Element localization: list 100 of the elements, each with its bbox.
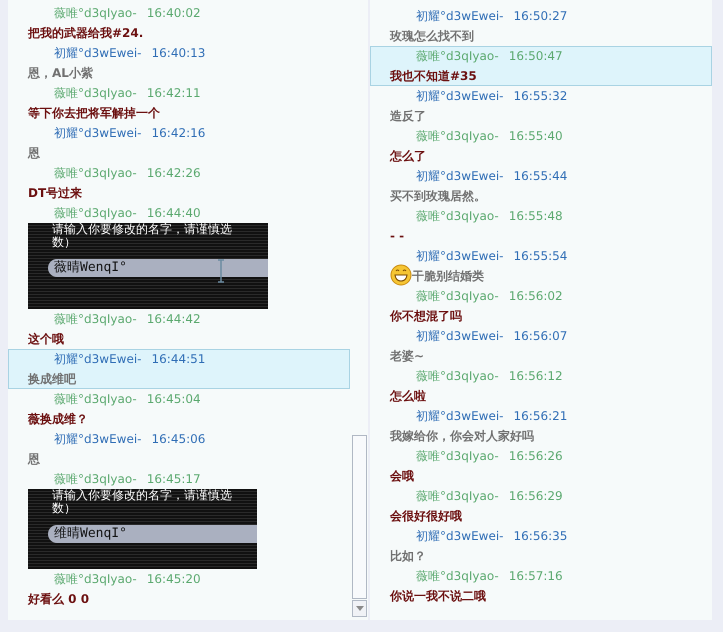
selected-message[interactable]: 初耀°d3wEwei- 16:44:51 换成维吧 <box>8 349 350 389</box>
sender-name: 初耀°d3wEwei- <box>416 248 504 265</box>
chat-message[interactable]: 薇唯°d3qIyao- 16:40:02 把我的武器给我#24. <box>8 3 350 43</box>
sender-name: 薇唯°d3qIyao- <box>54 471 137 488</box>
chat-message[interactable]: 薇唯°d3qIyao- 16:45:20 好看么 0 0 <box>8 569 350 609</box>
message-text: 等下你去把将军解掉一个 <box>28 105 160 122</box>
sender-name: 初耀°d3wEwei- <box>54 431 142 448</box>
sender-name: 初耀°d3wEwei- <box>54 351 142 368</box>
message-time: 16:42:16 <box>152 125 206 142</box>
message-text: DT号过来 <box>28 185 82 202</box>
message-text: 我嫁给你，你会对人家好吗 <box>390 428 534 445</box>
sender-name: 薇唯°d3qIyao- <box>416 128 499 145</box>
chat-message[interactable]: 薇唯°d3qIyao- 16:56:26 会哦 <box>370 446 712 486</box>
sender-name: 初耀°d3wEwei- <box>416 408 504 425</box>
prompt-text: 请输入你要修改的名字，请谨慎选 <box>52 489 233 502</box>
chat-message[interactable]: 初耀°d3wEwei- 16:42:16 恩 <box>8 123 350 163</box>
message-time: 16:57:16 <box>508 568 563 585</box>
message-text: - - <box>390 228 404 245</box>
chat-message[interactable]: 薇唯°d3qIyao- 16:44:40 请输入你要修改的名字，请谨慎选 数） 薇晴WenqI° <box>8 203 350 309</box>
message-text: 这个哦 <box>28 331 64 348</box>
message-text: 干脆别结婚类 <box>412 268 484 285</box>
chat-message[interactable]: 初耀°d3wEwei- 16:55:32 造反了 <box>370 86 712 126</box>
message-time: 16:42:26 <box>146 165 201 182</box>
message-text: 你说一我不说二哦 <box>390 588 486 605</box>
sender-name: 薇唯°d3qIyao- <box>416 448 499 465</box>
sender-name: 初耀°d3wEwei- <box>54 125 142 142</box>
chat-message[interactable]: 初耀°d3wEwei- 16:45:06 恩 <box>8 429 350 469</box>
sender-name: 薇唯°d3qIyao- <box>416 48 499 65</box>
message-text: 把我的武器给我#24. <box>28 25 144 42</box>
message-time: 16:56:02 <box>508 288 563 305</box>
chat-message[interactable]: 薇唯°d3qIyao- 16:55:48 - - <box>370 206 712 246</box>
message-time: 16:55:54 <box>514 248 568 265</box>
sender-name: 薇唯°d3qIyao- <box>54 5 137 22</box>
message-text: 恩 <box>28 145 40 162</box>
message-time: 16:56:07 <box>514 328 568 345</box>
chat-message[interactable]: 初耀°d3wEwei- 16:56:35 比如？ <box>370 526 712 566</box>
message-time: 16:56:35 <box>514 528 568 545</box>
sender-name: 薇唯°d3qIyao- <box>54 165 137 182</box>
message-text: 会很好很好哦 <box>390 508 462 525</box>
chat-message[interactable]: 薇唯°d3qIyao- 16:42:26 DT号过来 <box>8 163 350 203</box>
message-time: 16:55:48 <box>508 208 563 225</box>
sender-name: 薇唯°d3qIyao- <box>416 488 499 505</box>
chat-message[interactable]: 薇唯°d3qIyao- 16:45:04 薇换成维？ <box>8 389 350 429</box>
message-text: 恩 <box>28 451 40 468</box>
message-time: 16:45:20 <box>146 571 201 588</box>
sender-name: 薇唯°d3qIyao- <box>54 391 137 408</box>
message-text: 换成维吧 <box>28 371 76 388</box>
name-field: 薇晴WenqI° <box>48 259 268 277</box>
chat-message[interactable]: 薇唯°d3qIyao- 16:45:17 请输入你要修改的名字，请谨慎选 数） 维晴WenqI° <box>8 469 350 569</box>
message-time: 16:40:02 <box>146 5 201 22</box>
chat-message[interactable]: 初耀°d3wEwei- 16:40:13 恩，AL小紫 <box>8 43 350 83</box>
message-time: 16:56:12 <box>508 368 563 385</box>
sender-name: 初耀°d3wEwei- <box>416 88 504 105</box>
sender-name: 初耀°d3wEwei- <box>416 528 504 545</box>
chat-message[interactable]: 薇唯°d3qIyao- 16:56:29 会很好很好哦 <box>370 486 712 526</box>
prompt-text: 数） <box>52 502 77 515</box>
message-time: 16:55:32 <box>514 88 568 105</box>
chat-message[interactable]: 薇唯°d3qIyao- 16:56:02 你不想混了吗 <box>370 286 712 326</box>
chat-message[interactable]: 初耀°d3wEwei- 16:56:21 我嫁给你，你会对人家好吗 <box>370 406 712 446</box>
message-text: 好看么 0 0 <box>28 591 90 608</box>
sender-name: 薇唯°d3qIyao- <box>416 208 499 225</box>
scrollbar-thumb[interactable] <box>352 435 367 599</box>
chat-message[interactable]: 薇唯°d3qIyao- 16:55:40 怎么了 <box>370 126 712 166</box>
scroll-down-button[interactable] <box>352 600 367 617</box>
message-time: 16:40:13 <box>152 45 206 62</box>
message-time: 16:45:04 <box>146 391 201 408</box>
message-text: 怎么啦 <box>390 388 426 405</box>
chat-message[interactable]: 初耀°d3wEwei- 16:56:07 老婆~ <box>370 326 712 366</box>
message-text: 你不想混了吗 <box>390 308 462 325</box>
message-text: 怎么了 <box>390 148 426 165</box>
message-time: 16:55:44 <box>514 168 568 185</box>
message-text: 比如？ <box>390 548 426 565</box>
sender-name: 薇唯°d3qIyao- <box>54 205 137 222</box>
chat-message[interactable]: 初耀°d3wEwei- 16:50:27 玫瑰怎么找不到 <box>370 6 712 46</box>
sender-name: 薇唯°d3qIyao- <box>54 85 137 102</box>
sender-name: 初耀°d3wEwei- <box>416 8 504 25</box>
message-text: 恩，AL小紫 <box>28 65 93 82</box>
message-time: 16:44:42 <box>146 311 201 328</box>
sender-name: 初耀°d3wEwei- <box>54 45 142 62</box>
message-time: 16:44:51 <box>152 351 206 368</box>
message-time: 16:44:40 <box>146 205 201 222</box>
sender-name: 薇唯°d3qIyao- <box>416 368 499 385</box>
chat-message[interactable]: 薇唯°d3qIyao- 16:56:12 怎么啦 <box>370 366 712 406</box>
chat-message[interactable]: 薇唯°d3qIyao- 16:44:42 这个哦 <box>8 309 350 349</box>
message-text: 玫瑰怎么找不到 <box>390 28 474 45</box>
message-time: 16:55:40 <box>508 128 563 145</box>
message-text: 薇换成维？ <box>28 411 88 428</box>
name-field: 维晴WenqI° <box>48 525 257 543</box>
message-text: 我也不知道#35 <box>390 68 477 85</box>
sender-name: 薇唯°d3qIyao- <box>416 568 499 585</box>
chat-message[interactable]: 初耀°d3wEwei- 16:55:44 买不到玫瑰居然。 <box>370 166 712 206</box>
chat-message[interactable]: 初耀°d3wEwei- 16:55:54 干脆别结婚类 <box>370 246 712 286</box>
prompt-text: 数） <box>52 236 77 249</box>
selected-message[interactable]: 薇唯°d3qIyao- 16:50:47 我也不知道#35 <box>370 46 712 86</box>
chat-message[interactable]: 薇唯°d3qIyao- 16:42:11 等下你去把将军解掉一个 <box>8 83 350 123</box>
message-time: 16:56:26 <box>508 448 563 465</box>
message-time: 16:45:06 <box>152 431 206 448</box>
chat-message[interactable]: 薇唯°d3qIyao- 16:57:16 你说一我不说二哦 <box>370 566 712 606</box>
message-time: 16:42:11 <box>146 85 201 102</box>
message-text: 造反了 <box>390 108 426 125</box>
